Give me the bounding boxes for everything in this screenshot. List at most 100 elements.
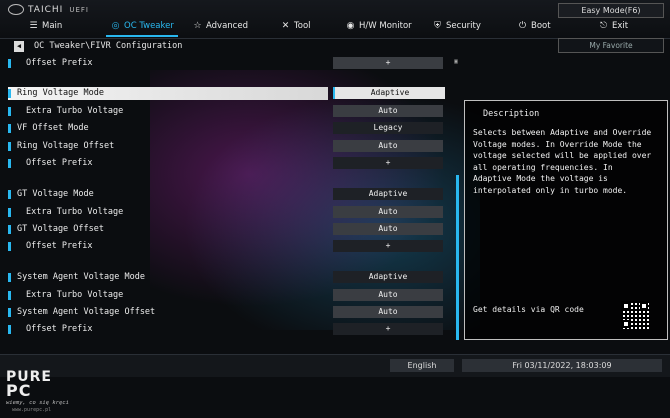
- setting-value[interactable]: Auto: [333, 140, 443, 152]
- setting-row[interactable]: GT Voltage Mode Adaptive: [8, 188, 448, 201]
- brand-logo: TAICHI UEFI: [8, 4, 89, 15]
- setting-row[interactable]: System Agent Voltage Mode Adaptive: [8, 271, 448, 284]
- setting-value[interactable]: Auto: [333, 289, 443, 301]
- language-button[interactable]: English: [390, 359, 454, 372]
- watermark-logo-bottom: PC: [6, 381, 32, 400]
- row-indicator: [8, 107, 11, 116]
- exit-icon: ⎋: [599, 21, 608, 31]
- setting-row[interactable]: VF Offset Mode Legacy: [8, 122, 448, 135]
- qr-finder: [622, 302, 630, 310]
- tab-oc-tweaker-label: OC Tweaker: [124, 21, 174, 31]
- star-icon: ☆: [193, 21, 202, 31]
- setting-row-selected[interactable]: Ring Voltage Mode Adaptive: [8, 87, 448, 100]
- tab-main[interactable]: ☰ Main: [28, 18, 62, 34]
- setting-value[interactable]: Auto: [333, 223, 443, 235]
- qr-code-icon: [621, 301, 649, 329]
- main-nav: ☰ Main ◎ OC Tweaker ☆ Advanced ✕ Tool ◉ H/W M…: [0, 18, 670, 37]
- setting-row[interactable]: Offset Prefix +: [8, 323, 448, 336]
- setting-row[interactable]: Extra Turbo Voltage Auto: [8, 105, 448, 118]
- setting-label: Offset Prefix: [26, 241, 93, 251]
- setting-value[interactable]: Auto: [333, 105, 443, 117]
- scrollbar-thumb[interactable]: [456, 175, 459, 340]
- setting-value[interactable]: +: [333, 240, 443, 252]
- setting-label: Extra Turbo Voltage: [26, 106, 124, 116]
- tab-tool-label: Tool: [294, 21, 311, 31]
- setting-label: System Agent Voltage Mode: [17, 272, 145, 282]
- tab-advanced[interactable]: ☆ Advanced: [192, 18, 248, 34]
- bottom-bar: English Fri 03/11/2022, 18:03:09: [0, 354, 670, 377]
- qr-finder: [622, 320, 630, 328]
- tab-oc-tweaker[interactable]: ◎ OC Tweaker: [106, 18, 178, 37]
- row-indicator: [8, 124, 11, 133]
- setting-row[interactable]: Extra Turbo Voltage Auto: [8, 289, 448, 302]
- watermark-url: www.purepc.pl: [12, 407, 52, 413]
- row-indicator: [8, 208, 11, 217]
- datetime-display[interactable]: Fri 03/11/2022, 18:03:09: [462, 359, 662, 372]
- setting-row[interactable]: Offset Prefix +: [8, 157, 448, 170]
- power-icon: ⏻: [518, 21, 527, 31]
- row-indicator: [8, 59, 11, 68]
- setting-label: Offset Prefix: [26, 324, 93, 334]
- qr-finder: [640, 302, 648, 310]
- tab-exit-label: Exit: [612, 21, 629, 31]
- setting-row[interactable]: Extra Turbo Voltage Auto: [8, 206, 448, 219]
- setting-value[interactable]: +: [333, 323, 443, 335]
- description-body: Selects between Adaptive and Override Vo…: [473, 128, 652, 195]
- setting-row[interactable]: Offset Prefix +: [8, 57, 448, 70]
- setting-label: Offset Prefix: [26, 58, 93, 68]
- row-indicator: [8, 325, 11, 334]
- tools-icon: ✕: [281, 21, 290, 31]
- watermark: PURE PC wiemy, co się kręci www.purepc.p…: [6, 370, 76, 414]
- breadcrumb: ◀ OC Tweaker\FIVR Configuration: [14, 41, 454, 53]
- tab-hw-monitor-label: H/W Monitor: [359, 21, 412, 31]
- setting-row[interactable]: Offset Prefix +: [8, 240, 448, 253]
- watermark-tagline: wiemy, co się kręci: [6, 400, 69, 406]
- row-indicator: [8, 159, 11, 168]
- scroll-up-icon[interactable]: ▣: [452, 58, 460, 66]
- setting-value[interactable]: Legacy: [333, 122, 443, 134]
- setting-value[interactable]: Auto: [333, 306, 443, 318]
- tab-boot[interactable]: ⏻ Boot: [517, 18, 551, 34]
- easy-mode-button[interactable]: Easy Mode(F6): [558, 3, 664, 18]
- setting-value[interactable]: +: [333, 157, 443, 169]
- row-indicator: [8, 273, 11, 282]
- setting-value[interactable]: Adaptive: [333, 188, 443, 200]
- flame-icon: ◎: [111, 21, 120, 31]
- setting-row[interactable]: System Agent Voltage Offset Auto: [8, 306, 448, 319]
- tab-exit[interactable]: ⎋ Exit: [598, 18, 628, 34]
- tab-security-label: Security: [446, 21, 481, 31]
- row-indicator: [8, 142, 11, 151]
- setting-value[interactable]: Adaptive: [333, 271, 443, 283]
- setting-row[interactable]: Ring Voltage Offset Auto: [8, 140, 448, 153]
- setting-value[interactable]: Adaptive: [333, 87, 445, 99]
- row-indicator: [8, 225, 11, 234]
- setting-value[interactable]: +: [333, 57, 443, 69]
- tab-advanced-label: Advanced: [206, 21, 248, 31]
- breadcrumb-text: OC Tweaker\FIVR Configuration: [34, 41, 183, 51]
- tab-hw-monitor[interactable]: ◉ H/W Monitor: [345, 18, 412, 34]
- setting-value[interactable]: Auto: [333, 206, 443, 218]
- tab-security[interactable]: ⛨ Security: [432, 18, 481, 34]
- qr-label: Get details via QR code: [473, 305, 584, 314]
- row-indicator: [8, 242, 11, 251]
- row-indicator: [8, 308, 11, 317]
- brand-name: TAICHI: [28, 5, 64, 15]
- setting-label: VF Offset Mode: [17, 123, 89, 133]
- setting-label: GT Voltage Offset: [17, 224, 104, 234]
- watermark-logo: PURE PC: [6, 370, 52, 399]
- setting-label: Extra Turbo Voltage: [26, 290, 124, 300]
- setting-label: Extra Turbo Voltage: [26, 207, 124, 217]
- setting-label: Ring Voltage Offset: [17, 141, 115, 151]
- taichi-logo-icon: [8, 4, 24, 15]
- setting-row[interactable]: GT Voltage Offset Auto: [8, 223, 448, 236]
- row-indicator: [8, 89, 11, 98]
- tab-main-label: Main: [42, 21, 63, 31]
- tab-boot-label: Boot: [531, 21, 551, 31]
- setting-label: Ring Voltage Mode: [17, 88, 104, 98]
- description-panel: Description Selects between Adaptive and…: [464, 100, 668, 340]
- top-bar: TAICHI UEFI Easy Mode(F6) ☰ Main ◎ OC Tweak…: [0, 0, 670, 39]
- tab-tool[interactable]: ✕ Tool: [280, 18, 311, 34]
- back-button[interactable]: ◀: [14, 41, 24, 52]
- setting-label: GT Voltage Mode: [17, 189, 94, 199]
- my-favorite-button[interactable]: My Favorite: [558, 38, 664, 53]
